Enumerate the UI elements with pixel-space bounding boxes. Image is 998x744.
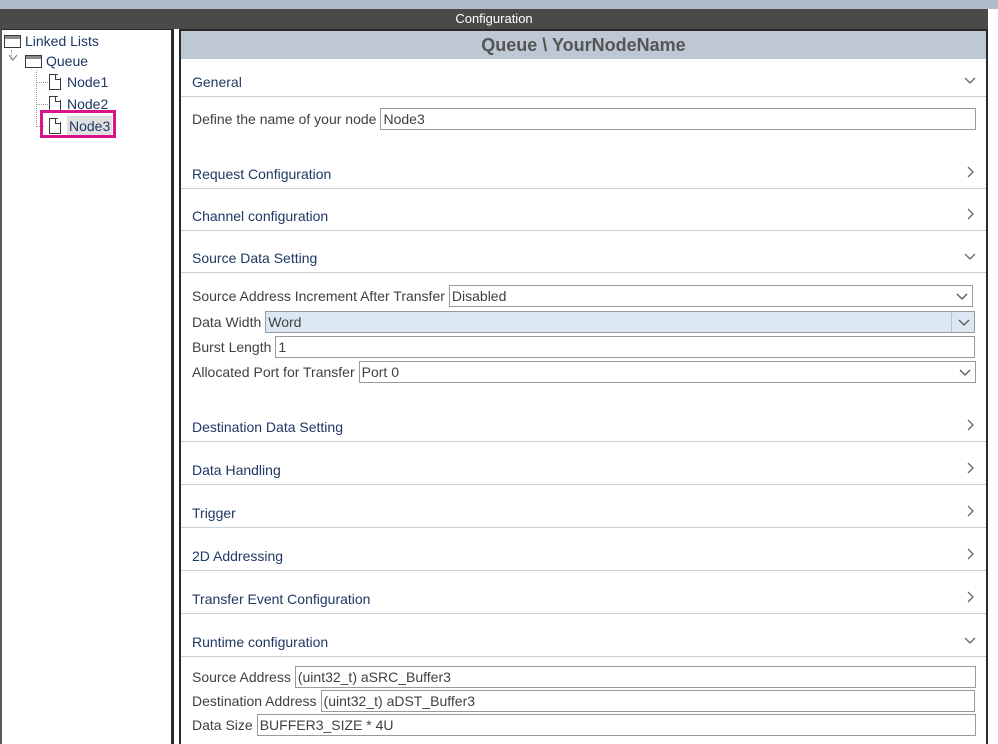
section-label: Runtime configuration <box>192 634 329 650</box>
select-value: Port 0 <box>361 364 399 380</box>
tree-connector <box>36 104 48 105</box>
section-general[interactable]: General <box>181 59 986 97</box>
field-label: Source Address <box>192 669 291 685</box>
tree-connector <box>36 70 37 127</box>
section-runtime-configuration[interactable]: Runtime configuration <box>181 619 986 657</box>
top-strip <box>0 0 998 9</box>
select-value: Disabled <box>451 288 507 304</box>
panel-title: Queue \ YourNodeName <box>181 31 986 59</box>
source-address-input[interactable]: (uint32_t) aSRC_Buffer3 <box>294 666 976 688</box>
tree-item-label: Linked Lists <box>25 33 99 49</box>
chevron-down-icon <box>964 77 976 84</box>
select-divider <box>951 312 953 332</box>
chevron-right-icon <box>967 166 974 178</box>
source-increment-select[interactable]: Disabled <box>448 285 973 307</box>
chevron-down-icon <box>958 319 970 326</box>
row-data-size: Data Size BUFFER3_SIZE * 4U <box>192 714 976 736</box>
section-source-data-setting[interactable]: Source Data Setting <box>181 235 986 273</box>
row-destination-address: Destination Address (uint32_t) aDST_Buff… <box>192 690 975 712</box>
field-label: Data Width <box>192 314 262 330</box>
select-value: Word <box>268 314 302 330</box>
row-burst-length: Burst Length 1 <box>192 336 976 358</box>
chevron-down-icon <box>959 369 971 376</box>
section-label: Channel configuration <box>192 208 329 224</box>
allocated-port-select[interactable]: Port 0 <box>358 361 976 383</box>
row-source-address: Source Address (uint32_t) aSRC_Buffer3 <box>192 666 976 688</box>
section-label: Request Configuration <box>192 166 332 182</box>
section-label: Transfer Event Configuration <box>192 591 371 607</box>
chevron-down-icon[interactable] <box>8 54 18 65</box>
section-label: Data Handling <box>192 462 281 478</box>
selection-highlight <box>40 110 116 138</box>
document-icon <box>49 74 61 90</box>
section-request-configuration[interactable]: Request Configuration <box>181 151 986 189</box>
field-label: Define the name of your node <box>192 111 377 127</box>
chevron-right-icon <box>967 591 974 603</box>
folder-icon <box>4 34 21 48</box>
node-name-input[interactable]: Node3 <box>380 108 977 130</box>
chevron-down-icon <box>964 253 976 260</box>
section-channel-configuration[interactable]: Channel configuration <box>181 193 986 231</box>
chevron-right-icon <box>967 548 974 560</box>
burst-length-input[interactable]: 1 <box>275 336 976 358</box>
tree-item-label: Node1 <box>67 74 109 90</box>
chevron-right-icon <box>967 462 974 474</box>
tree-item-queue[interactable]: Queue <box>25 51 88 71</box>
chevron-right-icon <box>967 505 974 517</box>
field-label: Source Address Increment After Transfer <box>192 288 445 304</box>
section-label: Trigger <box>192 505 236 521</box>
window-title: Configuration <box>0 9 988 29</box>
field-label: Destination Address <box>192 693 317 709</box>
configuration-panel: Queue \ YourNodeName General Define the … <box>179 29 988 744</box>
field-label: Burst Length <box>192 339 272 355</box>
section-trigger[interactable]: Trigger <box>181 490 986 528</box>
tree-connector <box>36 82 48 83</box>
row-source-increment: Source Address Increment After Transfer … <box>192 285 973 307</box>
section-label: General <box>192 74 242 90</box>
data-size-input[interactable]: BUFFER3_SIZE * 4U <box>256 714 976 736</box>
section-2d-addressing[interactable]: 2D Addressing <box>181 533 986 571</box>
row-data-width: Data Width Word <box>192 311 976 333</box>
section-label: 2D Addressing <box>192 548 284 564</box>
chevron-down-icon <box>956 293 968 300</box>
section-label: Destination Data Setting <box>192 419 343 435</box>
folder-icon <box>25 54 42 68</box>
field-label: Allocated Port for Transfer <box>192 364 355 380</box>
tree-item-node1[interactable]: Node1 <box>49 72 108 92</box>
section-destination-data-setting[interactable]: Destination Data Setting <box>181 404 986 442</box>
data-width-select[interactable]: Word <box>265 311 976 333</box>
section-data-handling[interactable]: Data Handling <box>181 447 986 485</box>
section-transfer-event-configuration[interactable]: Transfer Event Configuration <box>181 576 986 614</box>
field-label: Data Size <box>192 717 253 733</box>
chevron-right-icon <box>967 419 974 431</box>
chevron-down-icon <box>964 637 976 644</box>
row-allocated-port: Allocated Port for Transfer Port 0 <box>192 361 976 383</box>
tree-item-label: Queue <box>46 53 89 69</box>
tree-item-linked-lists[interactable]: Linked Lists <box>4 31 99 51</box>
row-node-name: Define the name of your node Node3 <box>192 108 977 130</box>
destination-address-input[interactable]: (uint32_t) aDST_Buffer3 <box>320 690 975 712</box>
chevron-right-icon <box>967 208 974 220</box>
section-label: Source Data Setting <box>192 250 318 266</box>
right-gap <box>988 9 998 744</box>
